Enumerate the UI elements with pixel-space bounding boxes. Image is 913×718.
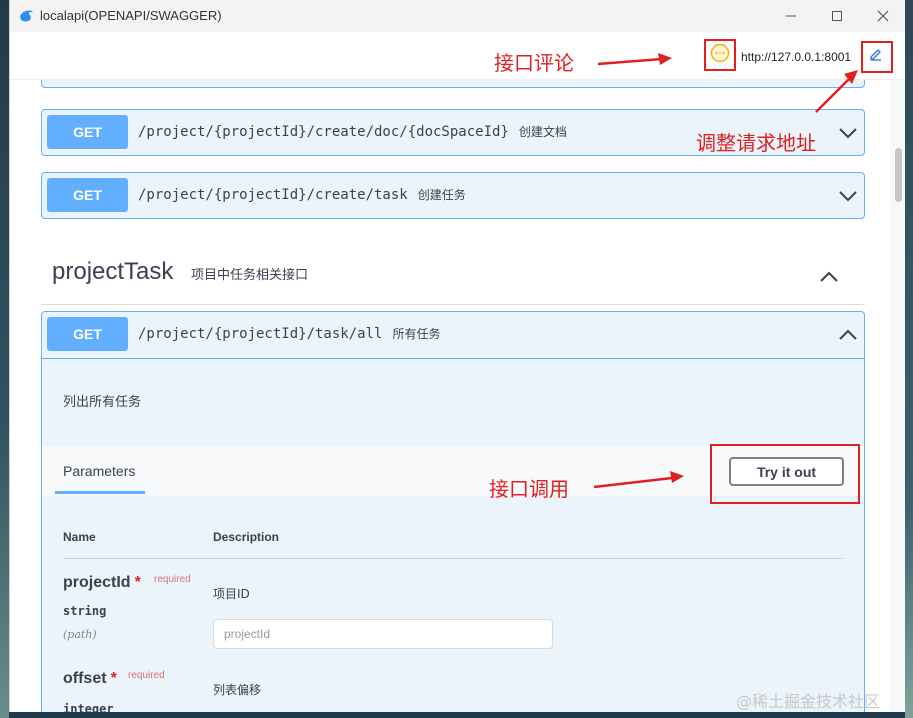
required-label: required xyxy=(128,670,165,681)
tag-section-header[interactable]: projectTask 项目中任务相关接口 xyxy=(41,251,865,305)
desktop-left-edge xyxy=(0,0,9,718)
base-url-text: http://127.0.0.1:8001 xyxy=(741,50,852,64)
title-bar[interactable]: localapi(OPENAPI/SWAGGER) xyxy=(10,0,905,32)
close-icon xyxy=(877,10,889,22)
operation-path: /project/{projectId}/create/task 创建任务 xyxy=(138,187,466,203)
tag-name: projectTask xyxy=(52,258,174,285)
operation-create-task[interactable]: GET /project/{projectId}/create/task 创建任务 xyxy=(41,172,865,219)
param-name: offset * xyxy=(63,670,117,687)
operation-summary: 所有任务 xyxy=(392,327,441,341)
minimize-button[interactable] xyxy=(768,0,814,32)
operation-summary: 创建文档 xyxy=(518,125,567,139)
param-name: projectId * xyxy=(63,574,141,591)
parameters-table-header: Name Description xyxy=(63,529,843,559)
method-badge: GET xyxy=(47,178,128,212)
desktop-right-edge xyxy=(905,0,913,718)
chevron-down-icon[interactable] xyxy=(838,123,858,143)
annotation-call-label: 接口调用 xyxy=(489,477,569,501)
scrollbar[interactable] xyxy=(890,80,905,712)
operation-path: /project/{projectId}/create/doc/{docSpac… xyxy=(138,124,567,140)
column-description: Description xyxy=(213,530,280,544)
chevron-down-icon[interactable] xyxy=(838,186,858,206)
operation-summary: 创建任务 xyxy=(417,188,466,202)
param-type: integer xyxy=(63,702,114,712)
tab-underline xyxy=(55,491,145,494)
app-bird-icon xyxy=(20,10,33,22)
param-description: 项目ID xyxy=(213,587,250,601)
window-title: localapi(OPENAPI/SWAGGER) xyxy=(40,8,222,23)
projectid-input[interactable]: projectId xyxy=(213,619,553,649)
required-label: required xyxy=(154,574,191,585)
scroll-thumb[interactable] xyxy=(895,148,902,202)
app-window: localapi(OPENAPI/SWAGGER) http://127.0.0… xyxy=(9,0,905,712)
operation-description: 列出所有任务 xyxy=(63,395,142,410)
watermark: @稀土掘金技术社区 xyxy=(736,692,881,711)
operation-header[interactable]: GET /project/{projectId}/task/all 所有任务 xyxy=(42,312,864,359)
param-type: string xyxy=(63,604,107,618)
annotation-comment-label: 接口评论 xyxy=(494,51,574,75)
method-badge: GET xyxy=(47,317,128,351)
operation-task-all: GET /project/{projectId}/task/all 所有任务 列出… xyxy=(41,311,865,712)
column-name: Name xyxy=(63,530,96,544)
param-description: 列表偏移 xyxy=(213,683,262,697)
tag-description: 项目中任务相关接口 xyxy=(191,268,309,283)
swagger-content: GET /project/{projectId}/create/doc/{doc… xyxy=(10,80,890,712)
operation-previous-partial[interactable] xyxy=(41,80,865,88)
maximize-button[interactable] xyxy=(814,0,860,32)
operation-path: /project/{projectId}/task/all 所有任务 xyxy=(138,326,441,342)
maximize-icon xyxy=(832,11,842,21)
close-button[interactable] xyxy=(860,0,905,32)
annotation-url-label: 调整请求地址 xyxy=(696,131,816,155)
annotation-box-comment xyxy=(704,39,736,71)
param-location: (path) xyxy=(63,628,97,641)
minimize-icon xyxy=(786,15,796,17)
annotation-box-url xyxy=(861,41,893,73)
method-badge: GET xyxy=(47,115,128,149)
annotation-box-try xyxy=(710,444,860,504)
tab-parameters[interactable]: Parameters xyxy=(63,463,135,479)
chevron-up-icon[interactable] xyxy=(838,325,858,345)
chevron-up-icon[interactable] xyxy=(819,267,839,287)
